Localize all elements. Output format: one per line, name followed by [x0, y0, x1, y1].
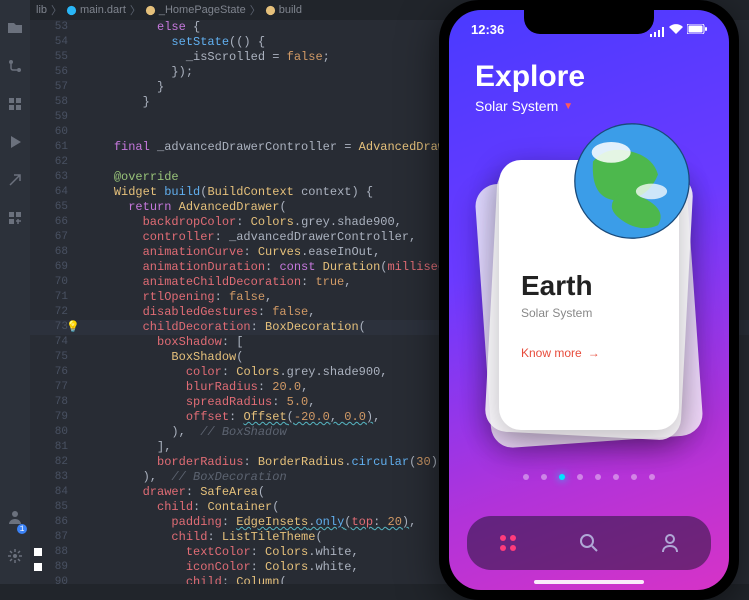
battery-icon [687, 22, 707, 37]
bookmark-gutter [30, 20, 50, 584]
page-dot[interactable] [613, 474, 619, 480]
card-front[interactable]: Earth Solar System Know more → [499, 160, 679, 430]
status-time: 12:36 [471, 22, 504, 37]
page-dot[interactable] [595, 474, 601, 480]
page-title: Explore [475, 60, 703, 94]
tab-profile[interactable] [659, 532, 681, 554]
activity-bar [0, 0, 30, 584]
card-title: Earth [521, 270, 657, 302]
planet-illustration [567, 116, 697, 246]
project-icon[interactable] [7, 20, 23, 36]
plugins-icon[interactable] [7, 210, 23, 226]
status-bar: 12:36 [471, 22, 707, 37]
page-indicator[interactable] [449, 474, 729, 480]
tab-home[interactable] [497, 532, 519, 554]
card-carousel[interactable]: Earth Solar System Know more → [489, 160, 689, 440]
crumb-folder[interactable]: lib [36, 4, 47, 16]
settings-icon[interactable] [7, 548, 23, 564]
device-screen[interactable]: 12:36 Explore Solar System ▼ [449, 10, 729, 590]
know-more-link[interactable]: Know more → [521, 346, 657, 360]
app-header: Explore Solar System ▼ [475, 60, 703, 114]
tab-search[interactable] [578, 532, 600, 554]
page-dot[interactable] [649, 474, 655, 480]
page-dot[interactable] [559, 474, 565, 480]
signal-icon [650, 25, 665, 35]
card-subtitle: Solar System [521, 306, 657, 320]
bottom-nav [467, 516, 711, 570]
structure-icon[interactable] [7, 96, 23, 112]
page-dot[interactable] [577, 474, 583, 480]
crumb-class[interactable]: _HomePageState [145, 4, 246, 16]
chevron-down-icon: ▼ [563, 101, 573, 112]
vcs-icon[interactable] [7, 58, 23, 74]
crumb-method[interactable]: build [265, 4, 302, 16]
device-preview: 12:36 Explore Solar System ▼ [439, 0, 739, 600]
profile-icon[interactable] [7, 509, 23, 525]
run-icon[interactable] [7, 134, 23, 150]
page-dot[interactable] [523, 474, 529, 480]
page-dot[interactable] [541, 474, 547, 480]
wifi-icon [669, 22, 683, 37]
home-indicator[interactable] [534, 580, 644, 584]
debug-icon[interactable] [7, 172, 23, 188]
crumb-file[interactable]: main.dart [66, 4, 126, 16]
lightbulb-icon[interactable]: 💡 [66, 321, 78, 333]
page-dot[interactable] [631, 474, 637, 480]
arrow-right-icon: → [588, 346, 600, 360]
category-dropdown[interactable]: Solar System ▼ [475, 98, 703, 114]
